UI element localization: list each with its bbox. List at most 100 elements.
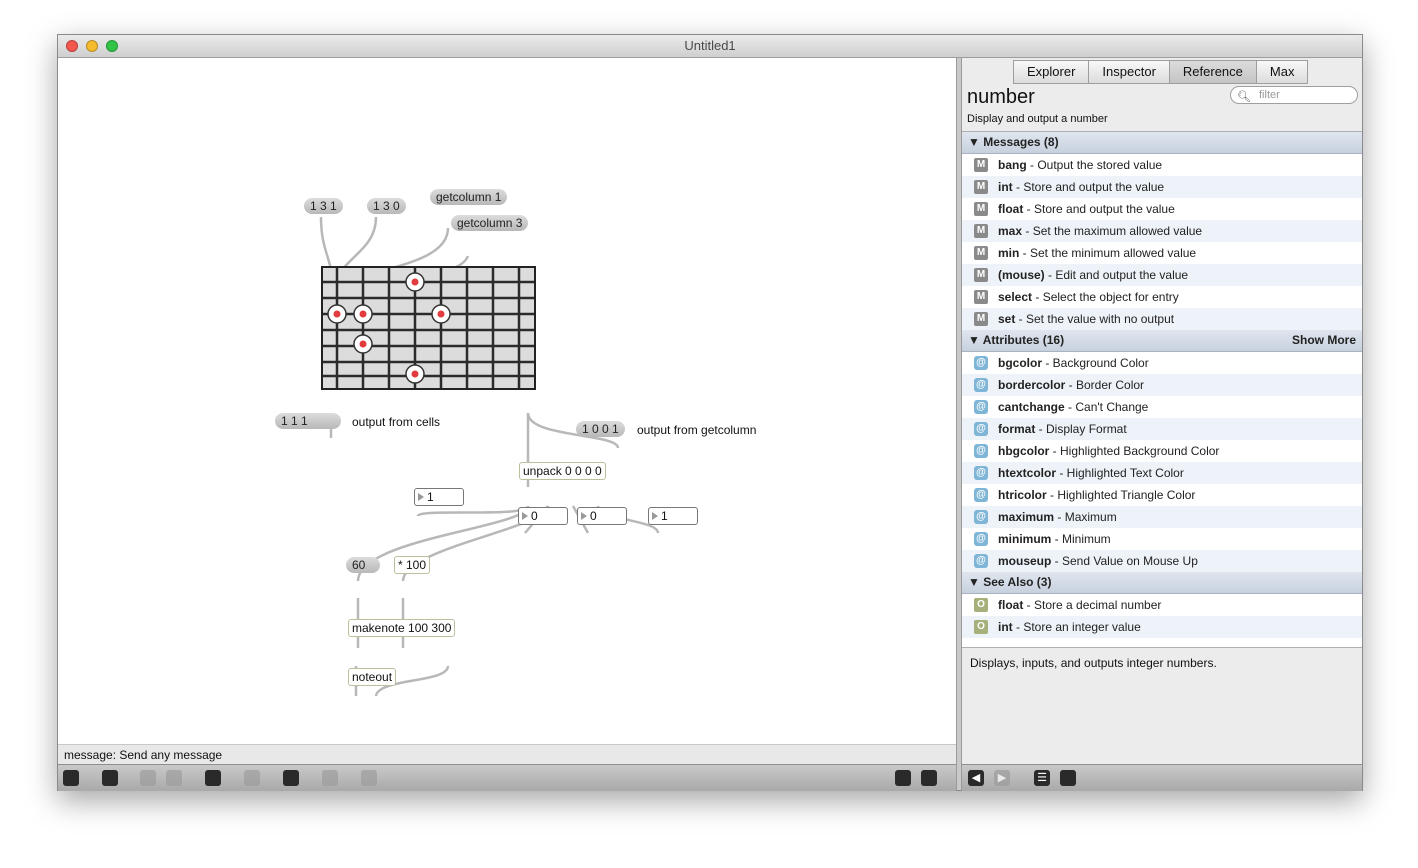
list-item[interactable]: Mfloat - Store and output the value xyxy=(962,198,1362,220)
list-item[interactable]: Ofloat - Store a decimal number xyxy=(962,594,1362,616)
patcher-toolbar xyxy=(58,764,956,791)
list-item[interactable]: @ bordercolor - Border Color xyxy=(962,374,1362,396)
list-item[interactable]: @ format - Display Format xyxy=(962,418,1362,440)
makenote-object[interactable]: makenote 100 300 xyxy=(348,619,456,637)
attribute-icon: @ xyxy=(974,488,988,502)
list-item[interactable]: M (mouse) - Edit and output the value xyxy=(962,264,1362,286)
item-desc: - Minimum xyxy=(1051,532,1111,546)
minimize-window-button[interactable] xyxy=(86,40,98,52)
list-item[interactable]: Mselect - Select the object for entry xyxy=(962,286,1362,308)
item-desc: - Output the stored value xyxy=(1026,158,1163,172)
document-icon[interactable] xyxy=(1060,770,1076,786)
list-item[interactable]: @ htricolor - Highlighted Triangle Color xyxy=(962,484,1362,506)
noteout-object[interactable]: noteout xyxy=(348,668,397,686)
item-name: minimum xyxy=(998,532,1052,546)
list-item[interactable]: Oint - Store an integer value xyxy=(962,616,1362,638)
item-desc: - Display Format xyxy=(1035,422,1127,436)
message-icon: M xyxy=(974,312,988,326)
list-view-icon[interactable]: ☰ xyxy=(1034,770,1050,786)
close-window-button[interactable] xyxy=(66,40,78,52)
forward-arrow-icon[interactable]: ▶ xyxy=(994,770,1010,786)
item-desc: - Edit and output the value xyxy=(1044,268,1189,282)
seealso-list: Ofloat - Store a decimal number Oint - S… xyxy=(962,594,1362,638)
object-description: Display and output a number xyxy=(967,113,1108,125)
window-title: Untitled1 xyxy=(684,38,736,53)
message-box[interactable]: getcolumn 3 xyxy=(451,215,529,231)
tab-explorer[interactable]: Explorer xyxy=(1013,60,1090,84)
number-box[interactable]: 1 xyxy=(648,507,698,525)
back-arrow-icon[interactable]: ◀ xyxy=(968,770,984,786)
object-icon: O xyxy=(974,620,988,634)
tab-inspector[interactable]: Inspector xyxy=(1088,60,1170,84)
split-horizontal-icon[interactable] xyxy=(895,770,911,786)
number-box[interactable]: 1 xyxy=(414,488,464,506)
filter-input[interactable]: 🔍︎ filter xyxy=(1230,86,1358,104)
presentation-icon[interactable] xyxy=(102,770,118,786)
tab-max[interactable]: Max xyxy=(1255,60,1309,84)
attributes-section-header[interactable]: ▼ Attributes (16) Show More xyxy=(962,330,1362,352)
number-box[interactable]: 0 xyxy=(577,507,627,525)
message-icon: M xyxy=(974,246,988,260)
item-name: (mouse) xyxy=(998,268,1045,282)
sidebar-toolbar: ◀ ▶ ☰ xyxy=(962,764,1362,791)
list-item[interactable]: Mmax - Set the maximum allowed value xyxy=(962,220,1362,242)
status-bar: message: Send any message xyxy=(58,744,956,764)
list-item[interactable]: Mmin - Set the minimum allowed value xyxy=(962,242,1362,264)
item-desc: - Store and output the value xyxy=(1012,180,1165,194)
item-name: hbgcolor xyxy=(998,444,1050,458)
section-title: ▼ Attributes (16) xyxy=(968,333,1065,347)
search-icon: 🔍︎ xyxy=(1237,91,1251,103)
debug-icon[interactable] xyxy=(361,770,377,786)
list-item[interactable]: @ maximum - Maximum xyxy=(962,506,1362,528)
item-desc: - Highlighted Triangle Color xyxy=(1046,488,1196,502)
object-palette-icon[interactable] xyxy=(140,770,156,786)
list-item[interactable]: @ mouseup - Send Value on Mouse Up xyxy=(962,550,1362,572)
message-box[interactable]: 1 3 0 xyxy=(367,198,406,214)
object-name: number xyxy=(967,86,1035,108)
lock-icon[interactable] xyxy=(63,770,79,786)
messages-section-header[interactable]: ▼ Messages (8) xyxy=(962,132,1362,154)
grid-icon[interactable] xyxy=(322,770,338,786)
message-box[interactable]: getcolumn 1 xyxy=(430,189,508,205)
info-icon[interactable] xyxy=(244,770,260,786)
patcher-canvas[interactable]: 1 3 1 1 3 0 getcolumn 1 getcolumn 3 1 1 … xyxy=(58,58,956,744)
split-vertical-icon[interactable] xyxy=(921,770,937,786)
attribute-icon: @ xyxy=(974,510,988,524)
list-item[interactable]: Mbang - Output the stored value xyxy=(962,154,1362,176)
attribute-icon: @ xyxy=(974,400,988,414)
title-bar: Untitled1 xyxy=(58,35,1362,58)
unpack-object[interactable]: unpack 0 0 0 0 xyxy=(519,462,606,480)
list-item[interactable]: @ bgcolor - Background Color xyxy=(962,352,1362,374)
zoom-window-button[interactable] xyxy=(106,40,118,52)
item-name: maximum xyxy=(998,510,1055,524)
list-item[interactable]: @ minimum - Minimum xyxy=(962,528,1362,550)
attribute-icon: @ xyxy=(974,356,988,370)
connect-icon[interactable] xyxy=(283,770,299,786)
item-desc: - Send Value on Mouse Up xyxy=(1051,554,1198,568)
edit-icon[interactable] xyxy=(205,770,221,786)
item-name: bang xyxy=(998,158,1027,172)
item-desc: - Can't Change xyxy=(1064,400,1149,414)
message-box[interactable]: 1 1 1 xyxy=(275,413,341,429)
message-box[interactable]: 1 3 1 xyxy=(304,198,343,214)
item-name: max xyxy=(998,224,1023,238)
list-item[interactable]: Mint - Store and output the value xyxy=(962,176,1362,198)
message-box[interactable]: 1 0 0 1 xyxy=(576,421,625,437)
message-icon: M xyxy=(974,290,988,304)
matrixctrl-grid[interactable] xyxy=(321,266,536,390)
multiply-object[interactable]: * 100 xyxy=(394,556,431,574)
list-item[interactable]: @ hbgcolor - Highlighted Background Color xyxy=(962,440,1362,462)
number-box[interactable]: 0 xyxy=(518,507,568,525)
seealso-section-header[interactable]: ▼ See Also (3) xyxy=(962,572,1362,594)
show-more-link[interactable]: Show More xyxy=(1292,330,1356,351)
item-name: int xyxy=(998,180,1013,194)
list-item[interactable]: Mset - Set the value with no output xyxy=(962,308,1362,330)
message-box[interactable]: 60 xyxy=(346,557,380,573)
close-icon[interactable] xyxy=(166,770,182,786)
list-item[interactable]: @ cantchange - Can't Change xyxy=(962,396,1362,418)
item-desc: - Set the value with no output xyxy=(1015,312,1175,326)
item-desc: - Highlighted Text Color xyxy=(1056,466,1184,480)
message-icon: M xyxy=(974,224,988,238)
list-item[interactable]: @ htextcolor - Highlighted Text Color xyxy=(962,462,1362,484)
tab-reference[interactable]: Reference xyxy=(1168,60,1257,84)
